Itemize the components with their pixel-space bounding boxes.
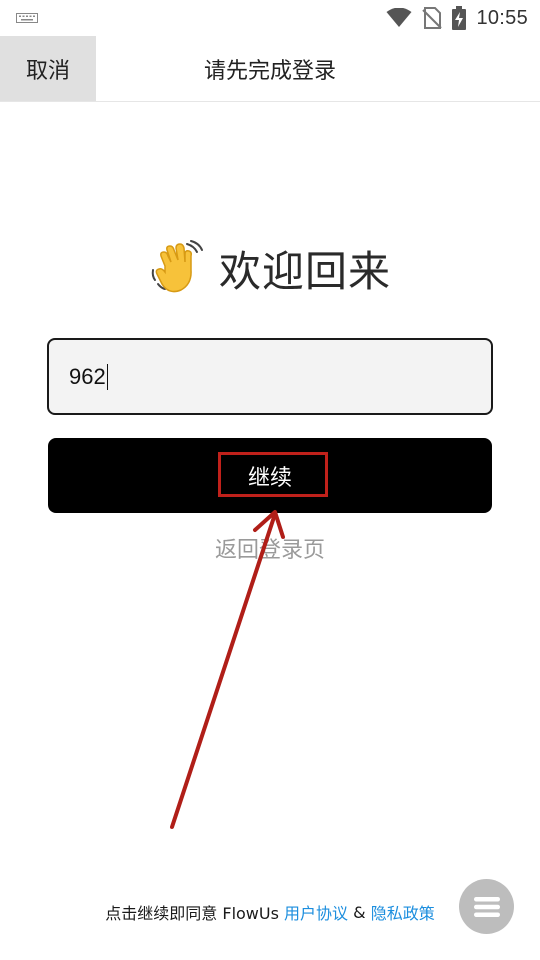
terms-ampersand: &: [348, 902, 371, 922]
user-agreement-link[interactable]: 用户协议: [284, 900, 348, 924]
continue-button-label: 继续: [247, 465, 292, 491]
waving-hand-icon: [151, 240, 203, 293]
welcome-text: 欢迎回来: [218, 246, 391, 296]
welcome-heading: 欢迎回来: [0, 236, 540, 300]
no-sim-icon: [422, 7, 443, 29]
wifi-icon: [386, 8, 412, 27]
terms-prefix: 点击继续即同意 FlowUs: [105, 904, 285, 923]
verification-code-value: 962: [69, 363, 106, 389]
privacy-policy-link[interactable]: 隐私政策: [371, 900, 435, 924]
login-verification-screen: 10:55 取消 请先完成登录 欢迎回来 962 继续 返回登录页 点击继续即同…: [0, 0, 540, 960]
status-bar: 10:55: [0, 0, 540, 36]
battery-charging-icon: [452, 6, 467, 30]
back-to-login-link[interactable]: 返回登录页: [0, 532, 540, 564]
status-icons: 10:55: [386, 0, 528, 36]
top-nav-bar: 取消 请先完成登录: [0, 36, 540, 102]
menu-icon: [473, 896, 500, 917]
floating-menu-button[interactable]: [459, 879, 514, 934]
continue-button[interactable]: 继续: [48, 438, 492, 513]
keyboard-icon: [16, 13, 38, 23]
cancel-button[interactable]: 取消: [0, 36, 96, 101]
text-caret: [106, 363, 109, 390]
clock: 10:55: [476, 6, 528, 29]
verification-code-input[interactable]: 962: [47, 338, 493, 415]
